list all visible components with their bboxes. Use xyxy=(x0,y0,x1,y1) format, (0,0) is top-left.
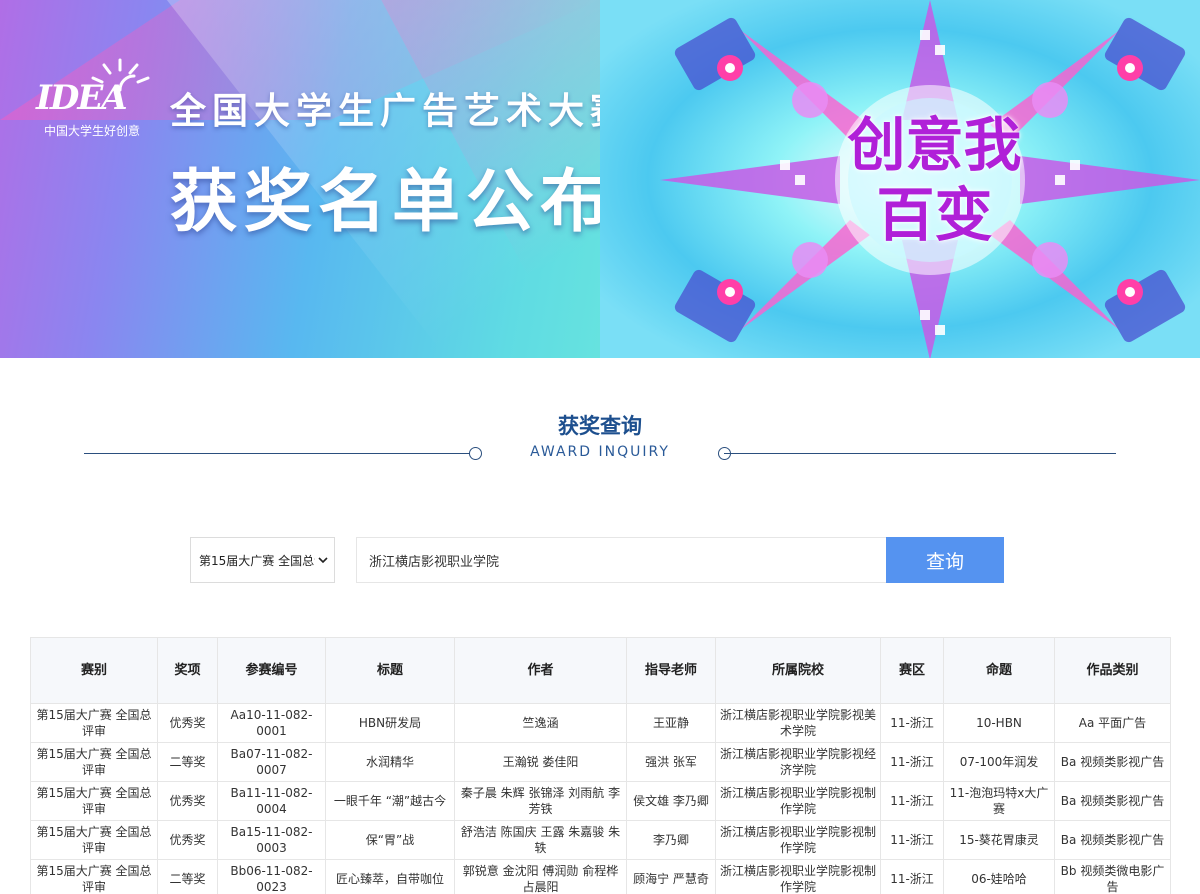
cell-topic: 11-泡泡玛特x大广赛 xyxy=(943,781,1055,821)
banner-headline: 获奖名单公布 xyxy=(170,163,615,242)
cell-title: 保“胃”战 xyxy=(325,820,455,860)
cell-contest: 第15届大广赛 全国总评审 xyxy=(30,781,158,821)
cell-topic: 06-娃哈哈 xyxy=(943,859,1055,894)
divider-left xyxy=(84,453,475,454)
col-header: 奖项 xyxy=(157,637,218,704)
cell-advisors: 强洪 张军 xyxy=(626,742,716,782)
contest-select[interactable]: 第15届大广赛 全国总评审 xyxy=(190,537,335,583)
cell-category: Aa 平面广告 xyxy=(1054,703,1171,743)
cell-topic: 07-100年润发 xyxy=(943,742,1055,782)
section-subtitle: AWARD INQUIRY xyxy=(530,444,670,460)
cell-authors: 竺逸涵 xyxy=(454,703,627,743)
table-row: 第15届大广赛 全国总评审 二等奖 Ba07-11-082-0007 水润精华 … xyxy=(30,742,1171,782)
cell-category: Ba 视频类影视广告 xyxy=(1054,742,1171,782)
cell-title: 匠心臻萃，自带咖位 xyxy=(325,859,455,894)
badge-line-1: 创意我 xyxy=(847,111,1022,179)
cell-category: Ba 视频类影视广告 xyxy=(1054,820,1171,860)
cell-authors: 舒浩洁 陈国庆 王露 朱嘉骏 朱轶 xyxy=(454,820,627,860)
cell-school: 浙江横店影视职业学院影视制作学院 xyxy=(715,781,881,821)
col-header: 作品类别 xyxy=(1054,637,1171,704)
cell-award: 优秀奖 xyxy=(157,820,218,860)
results-table-wrapper: 赛别 奖项 参赛编号 标题 作者 指导老师 所属院校 赛区 命题 作品类别 第1… xyxy=(30,637,1171,894)
cell-contest: 第15届大广赛 全国总评审 xyxy=(30,820,158,860)
table-header-row: 赛别 奖项 参赛编号 标题 作者 指导老师 所属院校 赛区 命题 作品类别 xyxy=(30,637,1171,704)
cell-award: 优秀奖 xyxy=(157,703,218,743)
banner-badge: 创意我 百变 xyxy=(842,110,1027,250)
col-header: 标题 xyxy=(325,637,455,704)
table-row: 第15届大广赛 全国总评审 优秀奖 Aa10-11-082-0001 HBN研发… xyxy=(30,703,1171,743)
cell-category: Bb 视频类微电影广告 xyxy=(1054,859,1171,894)
cell-region: 11-浙江 xyxy=(880,703,944,743)
table-row: 第15届大广赛 全国总评审 优秀奖 Ba15-11-082-0003 保“胃”战… xyxy=(30,820,1171,860)
cell-entry-id: Aa10-11-082-0001 xyxy=(217,703,326,743)
cell-school: 浙江横店影视职业学院影视经济学院 xyxy=(715,742,881,782)
cell-entry-id: Bb06-11-082-0023 xyxy=(217,859,326,894)
cell-award: 二等奖 xyxy=(157,742,218,782)
badge-line-2: 百变 xyxy=(876,181,993,249)
cell-award: 二等奖 xyxy=(157,859,218,894)
cell-region: 11-浙江 xyxy=(880,859,944,894)
results-table: 赛别 奖项 参赛编号 标题 作者 指导老师 所属院校 赛区 命题 作品类别 第1… xyxy=(30,637,1171,894)
cell-title: 水润精华 xyxy=(325,742,455,782)
cell-region: 11-浙江 xyxy=(880,742,944,782)
col-header: 参赛编号 xyxy=(217,637,326,704)
cell-topic: 10-HBN xyxy=(943,703,1055,743)
cell-region: 11-浙江 xyxy=(880,820,944,860)
col-header: 赛别 xyxy=(30,637,158,704)
cell-advisors: 侯文雄 李乃卿 xyxy=(626,781,716,821)
cell-title: 一眼千年 “潮”越古今 xyxy=(325,781,455,821)
logo-tagline: 中国大学生好创意 xyxy=(44,124,141,138)
cell-advisors: 李乃卿 xyxy=(626,820,716,860)
cell-entry-id: Ba07-11-082-0007 xyxy=(217,742,326,782)
cell-school: 浙江横店影视职业学院影视美术学院 xyxy=(715,703,881,743)
cell-award: 优秀奖 xyxy=(157,781,218,821)
col-header: 所属院校 xyxy=(715,637,881,704)
table-row: 第15届大广赛 全国总评审 二等奖 Bb06-11-082-0023 匠心臻萃，… xyxy=(30,859,1171,894)
table-row: 第15届大广赛 全国总评审 优秀奖 Ba11-11-082-0004 一眼千年 … xyxy=(30,781,1171,821)
cell-contest: 第15届大广赛 全国总评审 xyxy=(30,859,158,894)
cell-entry-id: Ba11-11-082-0004 xyxy=(217,781,326,821)
cell-school: 浙江横店影视职业学院影视制作学院 xyxy=(715,859,881,894)
col-header: 赛区 xyxy=(880,637,944,704)
cell-advisors: 王亚静 xyxy=(626,703,716,743)
divider-right xyxy=(724,453,1116,454)
cell-topic: 15-葵花胃康灵 xyxy=(943,820,1055,860)
cell-contest: 第15届大广赛 全国总评审 xyxy=(30,703,158,743)
col-header: 命题 xyxy=(943,637,1055,704)
cell-category: Ba 视频类影视广告 xyxy=(1054,781,1171,821)
col-header: 作者 xyxy=(454,637,627,704)
search-button[interactable]: 查询 xyxy=(886,537,1004,583)
col-header: 指导老师 xyxy=(626,637,716,704)
cell-entry-id: Ba15-11-082-0003 xyxy=(217,820,326,860)
cell-authors: 王瀚锐 娄佳阳 xyxy=(454,742,627,782)
cell-region: 11-浙江 xyxy=(880,781,944,821)
cell-title: HBN研发局 xyxy=(325,703,455,743)
hero-banner: IDEA 中国大学生好创意 全国大学生广告艺术大赛 获奖名单公布 创意我 百变 xyxy=(0,0,1200,358)
cell-contest: 第15届大广赛 全国总评审 xyxy=(30,742,158,782)
chevron-down-icon xyxy=(318,557,328,564)
cell-school: 浙江横店影视职业学院影视制作学院 xyxy=(715,820,881,860)
cell-authors: 郭锐意 金沈阳 傅润勋 俞程桦 占晨阳 xyxy=(454,859,627,894)
cell-authors: 秦子晨 朱辉 张锦泽 刘雨航 李芳铁 xyxy=(454,781,627,821)
idea-logo: IDEA 中国大学生好创意 xyxy=(36,56,156,146)
banner-title: 全国大学生广告艺术大赛 xyxy=(170,91,633,132)
school-search-input[interactable] xyxy=(356,537,886,583)
section-title: 获奖查询 xyxy=(558,414,642,438)
cell-advisors: 顾海宁 严慧奇 xyxy=(626,859,716,894)
contest-select-value: 第15届大广赛 全国总评审 xyxy=(199,553,315,568)
logo-wordmark: IDEA xyxy=(36,78,128,118)
divider-circle-left xyxy=(469,447,482,460)
